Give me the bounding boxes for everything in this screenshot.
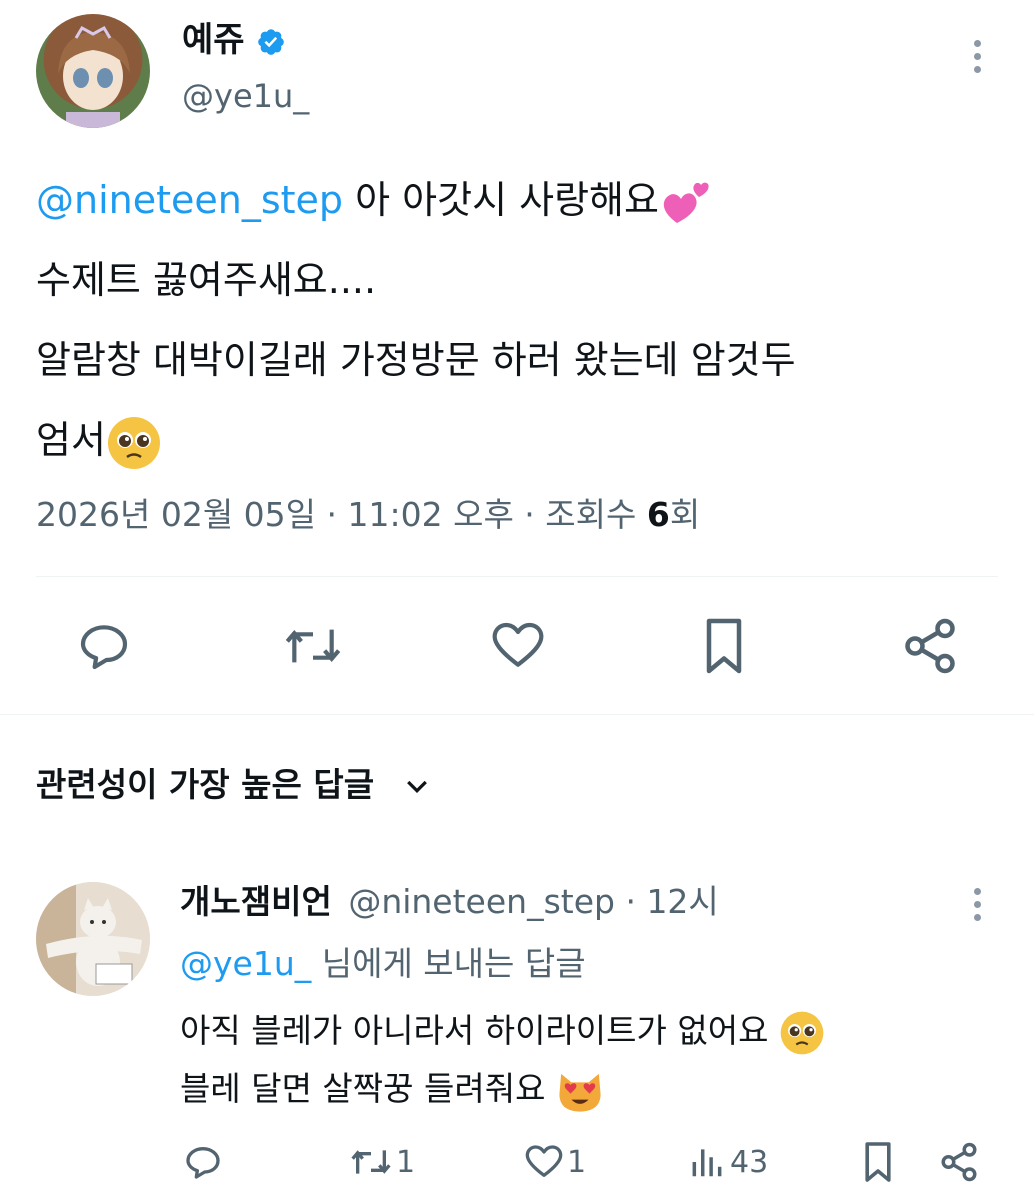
mention-link[interactable]: @nineteen_step: [36, 178, 343, 222]
replies-sort-dropdown[interactable]: 관련성이 가장 높은 답글: [36, 760, 432, 810]
tweet-line-3: 알람창 대박이길래 가정방문 하러 왔는데 암것두: [36, 338, 796, 382]
reply-more-options-icon[interactable]: [971, 888, 983, 921]
reply-bookmark-button[interactable]: [860, 1140, 896, 1184]
heart-icon: [525, 1145, 563, 1177]
reply-share-button[interactable]: [938, 1140, 980, 1184]
reply-author-handle[interactable]: @nineteen_step: [348, 882, 615, 921]
reply-views-button[interactable]: 43: [688, 1142, 768, 1182]
avatar-illustration: [58, 25, 130, 128]
reply-retweet-count: 1: [396, 1144, 416, 1180]
tweet-line-1: @nineteen_step 아 아갓시 사랑해요: [36, 160, 1006, 240]
replying-to-suffix: 님에게 보내는 답글: [311, 944, 586, 983]
reply-reply-button[interactable]: [182, 1142, 224, 1182]
reply-line-1-text: 아직 블레가 아니라서 하이라이트가 없어요: [180, 1011, 779, 1050]
reply-author-name[interactable]: 개노잼비언: [180, 882, 332, 921]
reply-line-2: 블레 달면 살짝꿍 들려줘요: [180, 1060, 825, 1118]
reply-text: 아직 블레가 아니라서 하이라이트가 없어요 블레 달면 살짝꿍 들려줘요: [180, 1002, 825, 1118]
chevron-down-icon: [406, 780, 427, 793]
tweet-meta: 2026년 02월 05일 · 11:02 오후 · 조회수 6회: [36, 490, 700, 540]
meta-divider: [36, 576, 998, 577]
tweet-line-2: 수제트 끓여주새요....: [36, 258, 377, 302]
tweet-line-1-text: 아 아갓시 사랑해요: [343, 178, 659, 222]
retweet-icon: [351, 1150, 391, 1174]
reply-button[interactable]: [76, 618, 132, 674]
reply-line-2-text: 블레 달면 살짝꿍 들려줘요: [180, 1069, 556, 1108]
speech-bubble-icon: [186, 1147, 220, 1179]
tweet-text: @nineteen_step 아 아갓시 사랑해요 수제트 끓여주새요.... …: [36, 160, 1006, 480]
reply-like-button[interactable]: 1: [523, 1142, 586, 1182]
reply-header: 개노잼비언 @nineteen_step · 12시: [180, 878, 719, 926]
verified-badge-icon: [258, 28, 285, 55]
replying-to: @ye1u_ 님에게 보내는 답글: [180, 940, 586, 988]
like-button[interactable]: [489, 618, 547, 674]
tweet-date[interactable]: 2026년 02월 05일 · 11:02 오후 · 조회수: [36, 495, 647, 534]
share-icon: [905, 618, 955, 674]
author-handle[interactable]: @ye1u_: [182, 74, 309, 118]
pleading-face-emoji-icon: [107, 416, 160, 469]
pleading-face-emoji-icon: [780, 1011, 824, 1054]
tweet-line-4: 엄서: [36, 400, 1006, 480]
author-name-text[interactable]: 예쥬: [182, 20, 245, 60]
author-name[interactable]: 예쥬: [182, 18, 286, 62]
cat-photo-image: [36, 882, 150, 996]
heart-icon: [492, 622, 544, 667]
share-button[interactable]: [900, 616, 960, 676]
speech-bubble-icon: [80, 625, 128, 670]
reply-retweet-button[interactable]: 1: [348, 1142, 415, 1182]
reply-time: · 12시: [614, 882, 719, 921]
heart-eyes-cat-emoji-icon: [559, 1073, 601, 1112]
bookmark-icon: [706, 618, 742, 674]
views-count: 6: [646, 495, 670, 534]
retweet-icon: [285, 629, 341, 663]
bookmark-icon: [865, 1142, 891, 1182]
retweet-button[interactable]: [282, 618, 344, 674]
bookmark-button[interactable]: [698, 616, 750, 676]
replies-sort-label: 관련성이 가장 높은 답글: [36, 765, 375, 804]
share-icon: [941, 1142, 977, 1182]
bar-chart-icon: [692, 1149, 722, 1177]
reply-like-count: 1: [567, 1144, 587, 1180]
reply-line-1: 아직 블레가 아니라서 하이라이트가 없어요: [180, 1002, 825, 1060]
reply-views-count: 43: [730, 1144, 769, 1180]
more-options-icon[interactable]: [971, 40, 983, 73]
reply-avatar[interactable]: [36, 882, 150, 996]
tweet-line-4-text: 엄서: [36, 418, 106, 462]
replying-to-handle[interactable]: @ye1u_: [180, 944, 311, 983]
author-avatar[interactable]: [36, 14, 150, 128]
two-hearts-emoji-icon: [663, 182, 709, 223]
actions-divider: [0, 714, 1034, 715]
views-suffix: 회: [669, 495, 701, 534]
